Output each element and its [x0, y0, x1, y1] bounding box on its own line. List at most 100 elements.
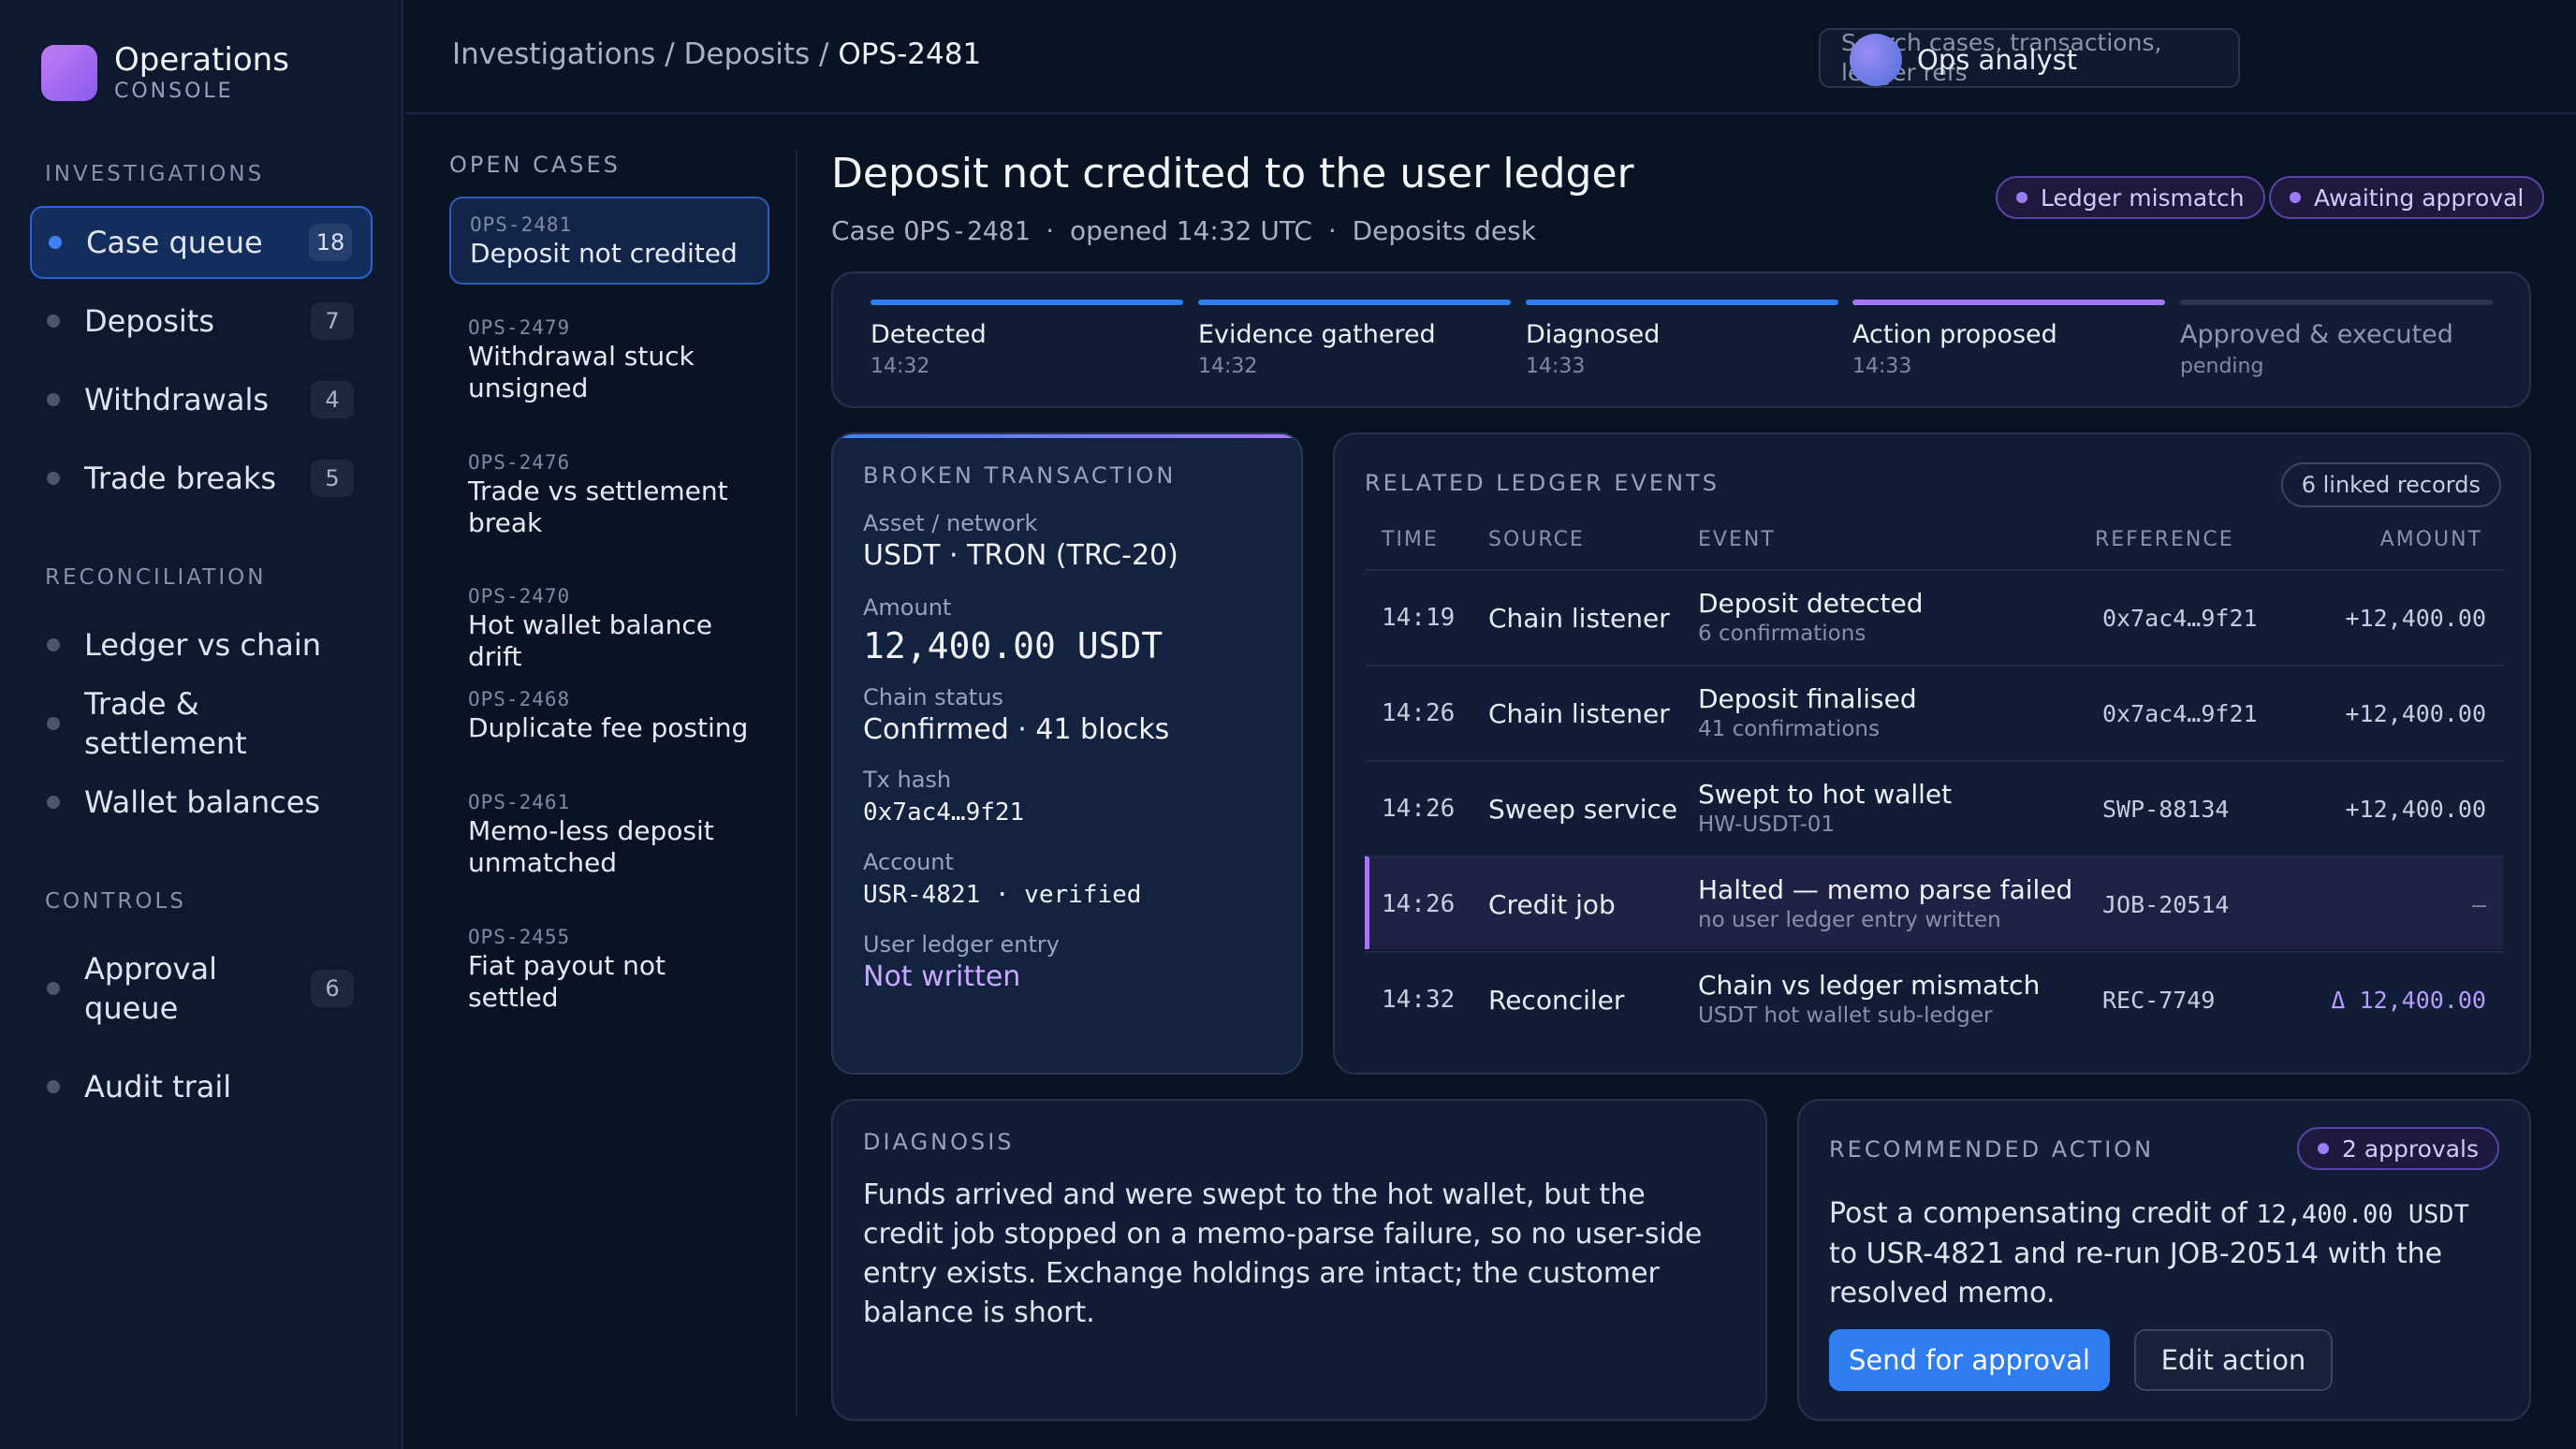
case-item[interactable]: OPS-2479 Withdrawal stuck unsigned: [449, 301, 769, 417]
table-row[interactable]: 14:26 Sweep service Swept to hot wallet …: [1365, 760, 2503, 854]
breadcrumb: Investigations / Deposits / OPS-2481: [452, 37, 981, 71]
nav-section-reconciliation: RECONCILIATION: [45, 565, 267, 590]
col-header-amount: AMOUNT: [2379, 528, 2482, 551]
event-reference: 0x7ac4…9f21: [2102, 604, 2258, 632]
progress-stepper: Detected 14:32 Evidence gathered 14:32 D…: [831, 271, 2531, 408]
brand-title: Operations: [114, 41, 289, 79]
send-for-approval-button[interactable]: Send for approval: [1829, 1329, 2110, 1391]
case-id: OPS-2481: [903, 215, 1031, 246]
breadcrumb-current: OPS-2481: [838, 37, 982, 71]
step-evidence-gathered: Evidence gathered 14:32: [1198, 300, 1511, 378]
event-amount: +12,400.00: [2345, 699, 2486, 727]
step-name: Detected: [871, 320, 987, 349]
case-id: OPS-2479: [468, 316, 571, 339]
event-detail: HW-USDT-01: [1698, 812, 1836, 837]
step-time: 14:33: [1852, 355, 1912, 378]
table-row[interactable]: 14:26 Chain listener Deposit finalised 4…: [1365, 665, 2503, 758]
event-detail: 6 confirmations: [1698, 622, 1866, 646]
case-id: OPS-2476: [468, 451, 571, 474]
ledger-entry-label: User ledger entry: [863, 931, 1060, 958]
event-time: 14:19: [1382, 604, 1456, 632]
sidebar-item-wallet-balances[interactable]: Wallet balances: [30, 766, 373, 839]
case-title: Withdrawal stuck unsigned: [468, 341, 695, 403]
column-divider: [796, 150, 798, 1415]
sidebar-item-label: Audit trail: [84, 1069, 232, 1105]
case-title: Hot wallet balance drift: [468, 609, 713, 672]
step-name: Action proposed: [1852, 320, 2057, 349]
event-name: Halted — memo parse failed: [1698, 874, 2073, 905]
nav-section-controls: CONTROLS: [45, 889, 186, 914]
event-cell: Deposit detected 6 confirmations: [1698, 571, 1924, 665]
linked-records-badge[interactable]: 6 linked records: [2280, 462, 2501, 507]
breadcrumb-investigations[interactable]: Investigations: [452, 37, 655, 71]
table-row-highlighted[interactable]: 14:26 Credit job Halted — memo parse fai…: [1365, 856, 2503, 949]
card-heading: BROKEN TRANSACTION: [863, 462, 1177, 489]
bullet-icon: [47, 472, 60, 485]
sidebar-item-label: Trade breaks: [84, 461, 277, 496]
case-id: OPS-2468: [468, 688, 571, 710]
sidebar-item-trade-settlement[interactable]: Trade & settlement: [30, 686, 373, 761]
sidebar-item-audit-trail[interactable]: Audit trail: [30, 1050, 373, 1123]
bullet-icon: [47, 315, 60, 328]
case-title: Memo-less deposit unmatched: [468, 815, 714, 878]
case-title: Deposit not credited: [470, 238, 738, 269]
case-title: Fiat payout not settled: [468, 950, 666, 1013]
tag-awaiting-approval: Awaiting approval: [2269, 176, 2545, 219]
case-item[interactable]: OPS-2470 Hot wallet balance drift: [449, 570, 769, 686]
case-item[interactable]: OPS-2468 Duplicate fee posting: [449, 673, 769, 757]
sidebar-item-approval-queue[interactable]: Approval queue 6: [30, 936, 373, 1041]
text-amount: 12,400.00 USDT: [2256, 1200, 2469, 1229]
event-detail: 41 confirmations: [1698, 717, 1880, 741]
case-item[interactable]: OPS-2455 Fiat payout not settled: [449, 911, 769, 1027]
case-item[interactable]: OPS-2461 Memo-less deposit unmatched: [449, 776, 769, 892]
page-title: Deposit not credited to the user ledger: [831, 150, 1634, 198]
sidebar-item-trade-breaks[interactable]: Trade breaks 5: [30, 442, 373, 515]
broken-transaction-card: BROKEN TRANSACTION Asset / network USDT …: [831, 432, 1303, 1075]
status-dot-icon: [2016, 192, 2027, 203]
meta-separator: ·: [1327, 215, 1337, 246]
app-logo-icon: [41, 45, 97, 101]
amount-value: 12,400.00 USDT: [863, 625, 1164, 666]
related-ledger-events-card: RELATED LEDGER EVENTS 6 linked records T…: [1333, 432, 2531, 1075]
col-header-source: SOURCE: [1488, 528, 1585, 551]
bullet-icon: [47, 717, 60, 730]
event-detail: no user ledger entry written: [1698, 908, 2001, 932]
brand[interactable]: Operations CONSOLE: [41, 41, 289, 105]
count-badge: 18: [309, 224, 352, 261]
top-bar: Investigations / Deposits / OPS-2481 Sea…: [405, 0, 2576, 114]
step-bar: [1526, 300, 1838, 305]
event-reference: JOB-20514: [2102, 890, 2230, 918]
tx-hash-value[interactable]: 0x7ac4…9f21: [863, 794, 1279, 831]
sidebar-item-label: Trade & settlement: [84, 686, 247, 761]
case-title: Trade vs settlement break: [468, 476, 728, 538]
event-amount: Δ 12,400.00: [2331, 986, 2486, 1014]
event-detail: USDT hot wallet sub-ledger: [1698, 1003, 1993, 1028]
case-item[interactable]: OPS-2481 Deposit not credited: [449, 197, 769, 285]
step-name: Evidence gathered: [1198, 320, 1436, 349]
sidebar-item-label: Ledger vs chain: [84, 627, 322, 663]
recommended-action-card: RECOMMENDED ACTION 2 approvals Post a co…: [1797, 1099, 2531, 1421]
sidebar-item-ledger-vs-chain[interactable]: Ledger vs chain: [30, 608, 373, 681]
tag-ledger-mismatch: Ledger mismatch: [1996, 176, 2265, 219]
event-reference: REC-7749: [2102, 986, 2216, 1014]
user-menu[interactable]: Ops analyst: [1850, 34, 2077, 86]
edit-action-button[interactable]: Edit action: [2134, 1329, 2333, 1391]
sidebar-item-deposits[interactable]: Deposits 7: [30, 285, 373, 358]
breadcrumb-deposits[interactable]: Deposits: [684, 37, 811, 71]
table-row[interactable]: 14:32 Reconciler Chain vs ledger mismatc…: [1365, 951, 2503, 1045]
card-heading: DIAGNOSIS: [863, 1129, 1015, 1155]
status-dot-icon: [2290, 192, 2301, 203]
step-bar: [2180, 300, 2493, 305]
chain-status-label: Chain status: [863, 684, 1003, 710]
amount-label: Amount: [863, 594, 952, 621]
step-bar: [1852, 300, 2165, 305]
sidebar-item-withdrawals[interactable]: Withdrawals 4: [30, 363, 373, 436]
event-name: Swept to hot wallet: [1698, 779, 1953, 810]
account-value[interactable]: USR-4821 · verified: [863, 876, 1279, 914]
nav-section-investigations: INVESTIGATIONS: [45, 162, 265, 186]
sidebar-item-case-queue[interactable]: Case queue 18: [30, 206, 373, 279]
case-item[interactable]: OPS-2476 Trade vs settlement break: [449, 436, 769, 552]
table-row[interactable]: 14:19 Chain listener Deposit detected 6 …: [1365, 569, 2503, 663]
asset-value: USDT · TRON (TRC-20): [863, 539, 1178, 572]
tag-label: Ledger mismatch: [2041, 183, 2245, 212]
